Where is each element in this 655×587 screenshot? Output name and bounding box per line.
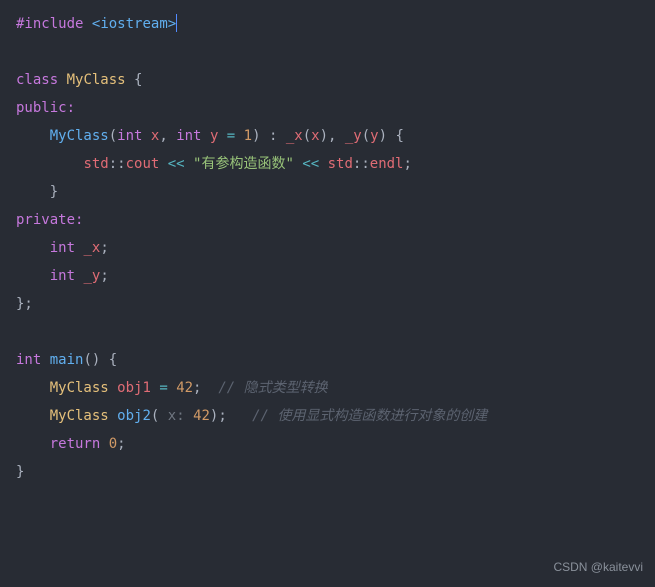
type-int: int [16, 352, 41, 368]
watermark: CSDN @kaitevvi [553, 555, 643, 579]
type-int: int [176, 128, 201, 144]
access-specifier-private: private: [16, 212, 83, 228]
header-name: iostream [100, 16, 167, 32]
code-line-blank [16, 38, 639, 66]
brace-close: } [16, 464, 24, 480]
member-x: _x [83, 240, 100, 256]
number-literal: 1 [244, 128, 252, 144]
member-y: _y [345, 128, 362, 144]
cout: cout [126, 156, 160, 172]
comment: // 使用显式构造函数进行对象的创建 [252, 408, 487, 424]
comment: // 隐式类型转换 [218, 380, 327, 396]
code-editor[interactable]: #include <iostream> class MyClass { publ… [16, 10, 639, 486]
code-line-16: return 0; [16, 430, 639, 458]
type-myclass: MyClass [50, 408, 109, 424]
type-int: int [117, 128, 142, 144]
var-obj2: obj2 [117, 408, 151, 424]
code-line-6: std::cout << "有参构造函数" << std::endl; [16, 150, 639, 178]
number-literal: 42 [176, 380, 193, 396]
angle-bracket-close: > [168, 16, 176, 32]
number-literal: 42 [193, 408, 210, 424]
class-name: MyClass [67, 72, 126, 88]
var-obj1: obj1 [117, 380, 151, 396]
brace-close: } [50, 184, 58, 200]
code-line-15: MyClass obj2( x: 42); // 使用显式构造函数进行对象的创建 [16, 402, 639, 430]
endl: endl [370, 156, 404, 172]
type-myclass: MyClass [50, 380, 109, 396]
brace-open: { [126, 72, 143, 88]
code-line-10: int _y; [16, 262, 639, 290]
string-literal: "有参构造函数" [193, 156, 294, 172]
code-line-8: private: [16, 206, 639, 234]
type-int: int [50, 268, 75, 284]
member-y: _y [83, 268, 100, 284]
keyword-class: class [16, 72, 58, 88]
number-literal: 0 [109, 436, 117, 452]
code-line-11: }; [16, 290, 639, 318]
constructor-name: MyClass [50, 128, 109, 144]
namespace-std: std [328, 156, 353, 172]
namespace-std: std [83, 156, 108, 172]
code-line-1: #include <iostream> [16, 10, 639, 38]
text-cursor [176, 14, 177, 32]
code-line-9: int _x; [16, 234, 639, 262]
member-x: _x [286, 128, 303, 144]
function-main: main [50, 352, 84, 368]
code-line-17: } [16, 458, 639, 486]
code-line-3: class MyClass { [16, 66, 639, 94]
class-close: }; [16, 296, 33, 312]
type-int: int [50, 240, 75, 256]
code-line-13: int main() { [16, 346, 639, 374]
code-line-5: MyClass(int x, int y = 1) : _x(x), _y(y)… [16, 122, 639, 150]
access-specifier-public: public: [16, 100, 75, 116]
preprocessor-directive: #include [16, 16, 83, 32]
code-line-4: public: [16, 94, 639, 122]
keyword-return: return [50, 436, 101, 452]
code-line-blank [16, 318, 639, 346]
code-line-7: } [16, 178, 639, 206]
code-line-14: MyClass obj1 = 42; // 隐式类型转换 [16, 374, 639, 402]
param-hint: x: [168, 408, 185, 424]
